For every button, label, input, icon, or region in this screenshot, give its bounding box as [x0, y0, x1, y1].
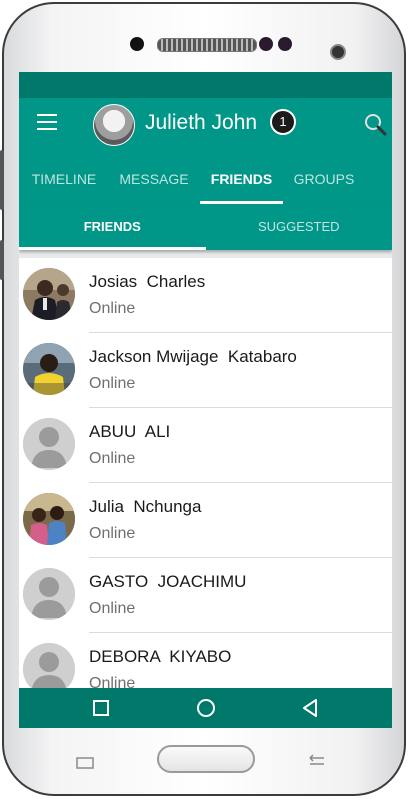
default-person-icon[interactable] — [23, 568, 75, 620]
friend-status: Online — [89, 525, 136, 542]
sensor-icon — [278, 37, 292, 51]
avatar[interactable] — [23, 268, 75, 320]
tab-timeline[interactable]: TIMELINE — [23, 154, 105, 204]
friend-row[interactable]: Josias Charles Online — [19, 258, 392, 333]
subtab-suggested[interactable]: SUGGESTED — [206, 204, 393, 250]
friend-name: DEBORA KIYABO — [89, 647, 232, 666]
friend-status: Online — [89, 450, 136, 467]
friend-status: Online — [89, 300, 136, 317]
back-icon[interactable] — [298, 696, 322, 720]
friend-name: Jackson Mwijage Katabaro — [89, 347, 297, 366]
profile-avatar[interactable] — [93, 104, 135, 146]
tab-friends[interactable]: FRIENDS — [200, 154, 283, 204]
default-person-icon[interactable] — [23, 643, 75, 688]
recent-apps-hardware-icon[interactable] — [76, 756, 96, 770]
screen: Julieth John 1 TIMELINE MESSAGE FRIENDS … — [19, 72, 392, 728]
front-camera-icon — [130, 37, 144, 51]
avatar[interactable] — [23, 343, 75, 395]
earpiece-speaker — [157, 38, 257, 52]
friend-row[interactable]: Julia Nchunga Online — [19, 483, 392, 558]
subtab-indicator — [19, 247, 206, 250]
menu-icon[interactable] — [37, 114, 57, 130]
friend-status: Online — [89, 675, 136, 688]
recent-apps-icon[interactable] — [89, 696, 113, 720]
friend-row[interactable]: DEBORA KIYABO Online — [19, 633, 392, 688]
main-tabs: TIMELINE MESSAGE FRIENDS GROUPS — [19, 154, 392, 204]
friend-row[interactable]: Jackson Mwijage Katabaro Online — [19, 333, 392, 408]
friend-row[interactable]: GASTO JOACHIMU Online — [19, 558, 392, 633]
friend-status: Online — [89, 600, 136, 617]
volume-button — [0, 150, 4, 210]
sensor-icon — [259, 37, 273, 51]
friends-list: Josias Charles Online Jackson Mwijage Ka… — [19, 258, 392, 688]
power-button — [0, 240, 4, 280]
friend-name: Julia Nchunga — [89, 497, 202, 516]
back-hardware-icon[interactable] — [304, 752, 328, 770]
sub-tabs: FRIENDS SUGGESTED — [19, 204, 392, 250]
search-icon[interactable] — [363, 112, 387, 136]
friend-name: GASTO JOACHIMU — [89, 572, 247, 591]
tab-groups[interactable]: GROUPS — [287, 154, 361, 204]
friend-name: Josias Charles — [89, 272, 206, 291]
friend-row[interactable]: ABUU ALI Online — [19, 408, 392, 483]
home-hardware-button[interactable] — [157, 745, 255, 773]
default-person-icon[interactable] — [23, 418, 75, 470]
avatar[interactable] — [23, 493, 75, 545]
status-bar — [19, 72, 392, 98]
tab-message[interactable]: MESSAGE — [111, 154, 197, 204]
profile-name[interactable]: Julieth John — [145, 111, 257, 135]
navigation-bar — [19, 688, 392, 728]
proximity-sensor-icon — [330, 44, 346, 60]
subtab-friends[interactable]: FRIENDS — [19, 204, 206, 250]
friend-status: Online — [89, 375, 136, 392]
friend-name: ABUU ALI — [89, 422, 171, 441]
home-icon[interactable] — [194, 696, 218, 720]
app-bar: Julieth John 1 — [19, 98, 392, 154]
notification-badge[interactable]: 1 — [270, 109, 296, 135]
